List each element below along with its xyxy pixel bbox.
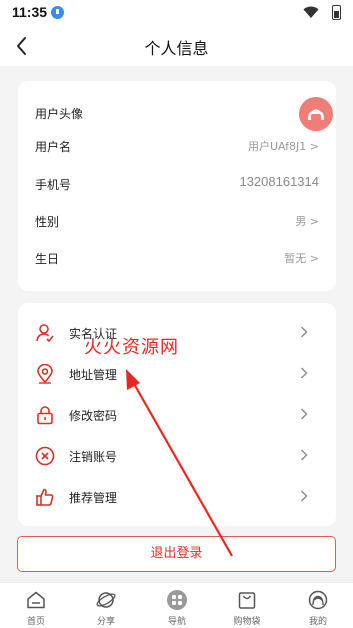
phone-value: 13208161314 <box>239 174 319 189</box>
avatar-row[interactable]: 用户头像 <box>18 98 336 128</box>
username-row[interactable]: 用户名 用户UAf8J1 > <box>18 131 336 161</box>
tab-label-home: 首页 <box>26 617 45 627</box>
gender-row[interactable]: 性别 男 > <box>18 206 336 236</box>
username-value: 用户UAf8J1 > <box>247 140 319 153</box>
tab-home[interactable]: 首页 <box>1 583 71 628</box>
gender-value: 男 > <box>295 215 319 228</box>
menu-item-delete-account[interactable]: 注销账号 <box>18 437 336 475</box>
share-planet-icon <box>96 592 116 608</box>
menu-item-change-password[interactable]: 修改密码 <box>18 396 336 434</box>
bottom-tab-bar: 首页 分享 导航 购物袋 我的 <box>0 582 353 628</box>
avatar-label: 用户头像 <box>35 107 84 121</box>
username-label: 用户名 <box>35 140 72 154</box>
top-navigation-bar: 个人信息 <box>0 26 353 66</box>
chevron-right-icon <box>301 408 308 420</box>
chevron-right-icon <box>301 490 308 502</box>
menu-label-delete-account: 注销账号 <box>69 450 118 464</box>
phone-row: 手机号 13208161314 <box>18 169 336 199</box>
tab-label-navigation: 导航 <box>167 617 186 627</box>
birthday-value: 暂无 > <box>284 252 319 265</box>
download-icon <box>51 6 64 19</box>
phone-label: 手机号 <box>35 178 72 192</box>
gender-label: 性别 <box>35 215 60 229</box>
profile-info-card: 用户头像 用户名 用户UAf8J1 > 手机号 13208161314 性别 男… <box>18 81 336 291</box>
birthday-row[interactable]: 生日 暂无 > <box>18 243 336 273</box>
menu-item-referral[interactable]: 推荐管理 <box>18 478 336 516</box>
grid-nav-icon <box>167 590 187 610</box>
tab-label-share: 分享 <box>96 617 115 627</box>
battery-icon <box>332 5 341 20</box>
location-pin-icon <box>37 364 53 384</box>
menu-item-address[interactable]: 地址管理 <box>18 355 336 393</box>
avatar[interactable] <box>299 97 333 131</box>
tab-navigation[interactable]: 导航 <box>142 583 212 628</box>
user-verify-icon <box>36 324 54 343</box>
cancel-circle-icon <box>35 446 55 466</box>
tab-label-profile: 我的 <box>308 617 327 627</box>
shopping-bag-icon <box>238 592 256 609</box>
tab-shopping-bag[interactable]: 购物袋 <box>212 583 282 628</box>
page-title: 个人信息 <box>144 39 209 58</box>
profile-icon <box>308 590 328 610</box>
home-icon <box>27 591 45 609</box>
logout-button[interactable]: 退出登录 <box>17 536 336 572</box>
status-time: 11:35 <box>12 4 48 20</box>
menu-label-address: 地址管理 <box>69 368 118 382</box>
menu-label-password: 修改密码 <box>69 409 118 423</box>
thumbs-up-icon <box>36 488 54 506</box>
watermark-text: 火火资源网 <box>84 337 179 358</box>
tab-profile[interactable]: 我的 <box>283 583 353 628</box>
status-bar: 11:35 <box>0 0 353 26</box>
chevron-right-icon <box>301 367 308 379</box>
chevron-right-icon <box>301 326 308 338</box>
lock-icon <box>37 406 53 425</box>
tab-share[interactable]: 分享 <box>71 583 141 628</box>
menu-label-referral: 推荐管理 <box>69 491 118 505</box>
wifi-icon <box>303 6 319 18</box>
birthday-label: 生日 <box>35 252 60 266</box>
tab-label-shopping-bag: 购物袋 <box>233 617 261 627</box>
chevron-right-icon <box>301 449 308 461</box>
